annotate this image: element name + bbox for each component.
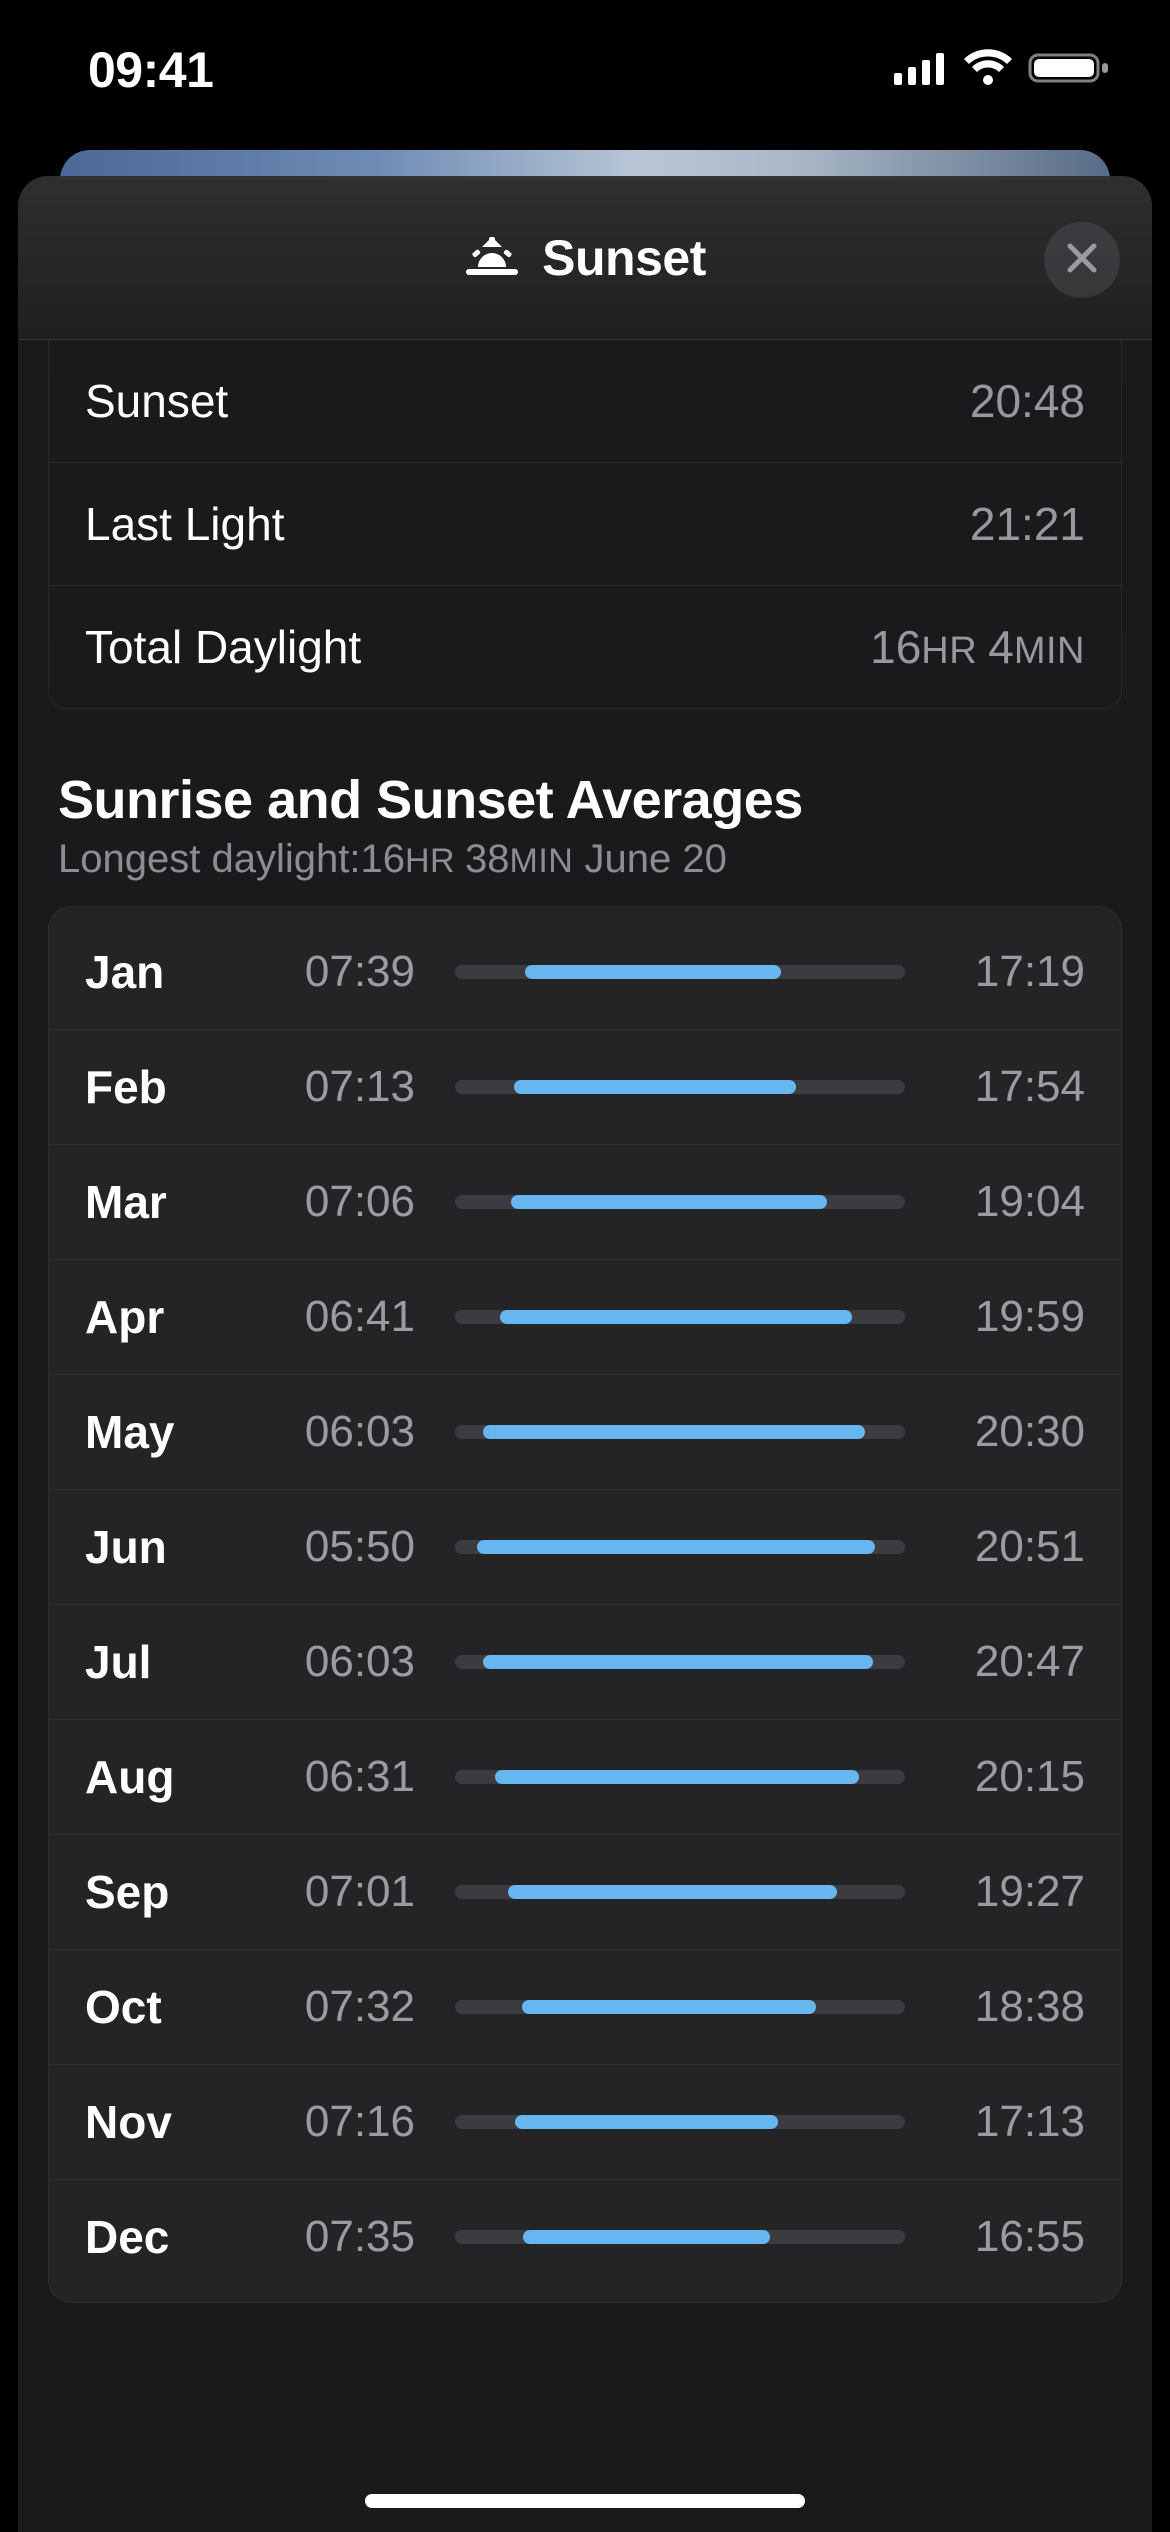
averages-subtitle: Longest daylight:16HR 38MIN June 20	[58, 837, 1112, 882]
averages-row: Dec07:35 16:55	[49, 2179, 1121, 2294]
home-indicator[interactable]	[365, 2494, 805, 2508]
sunrise-value: 06:41	[245, 1292, 415, 1342]
daylight-bar	[415, 1540, 935, 1554]
averages-row: Mar07:06 19:04	[49, 1144, 1121, 1259]
sunrise-value: 07:35	[245, 2212, 415, 2262]
averages-row: Jan07:39 17:19	[49, 915, 1121, 1029]
sunrise-value: 06:31	[245, 1752, 415, 1802]
summary-value: 21:21	[970, 497, 1085, 551]
sunset-value: 19:04	[935, 1177, 1085, 1227]
month-label: Feb	[85, 1060, 245, 1114]
summary-row-sunset: Sunset 20:48	[49, 340, 1121, 462]
daylight-bar	[415, 2230, 935, 2244]
sunrise-value: 07:13	[245, 1062, 415, 1112]
sunset-value: 20:47	[935, 1637, 1085, 1687]
status-time: 09:41	[88, 41, 213, 99]
sunset-icon	[464, 233, 520, 282]
month-label: Aug	[85, 1750, 245, 1804]
wifi-icon	[962, 49, 1014, 92]
averages-row: Jul06:03 20:47	[49, 1604, 1121, 1719]
sheet-title-group: Sunset	[464, 229, 706, 287]
month-label: May	[85, 1405, 245, 1459]
month-label: Apr	[85, 1290, 245, 1344]
month-label: Nov	[85, 2095, 245, 2149]
averages-title: Sunrise and Sunset Averages	[58, 769, 1112, 831]
sunrise-value: 06:03	[245, 1407, 415, 1457]
battery-icon	[1028, 49, 1110, 92]
daylight-bar	[415, 2000, 935, 2014]
screen: 09:41 Sunset	[0, 0, 1170, 2532]
sheet-title: Sunset	[542, 229, 706, 287]
sunset-value: 16:55	[935, 2212, 1085, 2262]
sunrise-value: 07:06	[245, 1177, 415, 1227]
month-label: Jun	[85, 1520, 245, 1574]
averages-row: May06:03 20:30	[49, 1374, 1121, 1489]
month-label: Dec	[85, 2210, 245, 2264]
daylight-bar	[415, 1770, 935, 1784]
sunrise-value: 07:01	[245, 1867, 415, 1917]
sunset-value: 17:19	[935, 947, 1085, 997]
cellular-icon	[894, 51, 948, 90]
sunrise-value: 05:50	[245, 1522, 415, 1572]
summary-row-last-light: Last Light 21:21	[49, 462, 1121, 585]
close-button[interactable]	[1044, 222, 1120, 298]
close-icon	[1065, 241, 1099, 280]
sunset-value: 18:38	[935, 1982, 1085, 2032]
daylight-bar	[415, 1310, 935, 1324]
sunrise-value: 06:03	[245, 1637, 415, 1687]
summary-label: Sunset	[85, 374, 228, 428]
sunrise-value: 07:32	[245, 1982, 415, 2032]
summary-label: Total Daylight	[85, 620, 361, 674]
month-label: Mar	[85, 1175, 245, 1229]
summary-value: 20:48	[970, 374, 1085, 428]
sunset-value: 19:27	[935, 1867, 1085, 1917]
sunset-value: 17:54	[935, 1062, 1085, 1112]
sunset-value: 20:15	[935, 1752, 1085, 1802]
sunrise-value: 07:39	[245, 947, 415, 997]
month-label: Oct	[85, 1980, 245, 2034]
averages-row: Oct07:32 18:38	[49, 1949, 1121, 2064]
sunset-value: 17:13	[935, 2097, 1085, 2147]
averages-row: Nov07:16 17:13	[49, 2064, 1121, 2179]
averages-card: Jan07:39 17:19 Feb07:13 17:54 Mar07:06 19:04 A…	[48, 906, 1122, 2303]
averages-row: Feb07:13 17:54	[49, 1029, 1121, 1144]
daylight-bar	[415, 1080, 935, 1094]
month-label: Jul	[85, 1635, 245, 1689]
daylight-bar	[415, 1885, 935, 1899]
summary-label: Last Light	[85, 497, 284, 551]
summary-card: Sunset 20:48 Last Light 21:21 Total Dayl…	[48, 340, 1122, 709]
averages-heading: Sunrise and Sunset Averages Longest dayl…	[58, 769, 1112, 882]
averages-row: Sep07:01 19:27	[49, 1834, 1121, 1949]
sunrise-value: 07:16	[245, 2097, 415, 2147]
daylight-bar	[415, 1655, 935, 1669]
status-indicators	[894, 49, 1110, 92]
daylight-bar	[415, 1195, 935, 1209]
daylight-bar	[415, 1425, 935, 1439]
month-label: Jan	[85, 945, 245, 999]
summary-row-total-daylight: Total Daylight 16HR 4MIN	[49, 585, 1121, 708]
status-bar: 09:41	[0, 0, 1170, 140]
daylight-bar	[415, 965, 935, 979]
sunset-value: 20:30	[935, 1407, 1085, 1457]
averages-row: Aug06:31 20:15	[49, 1719, 1121, 1834]
summary-value: 16HR 4MIN	[870, 620, 1085, 674]
averages-row: Apr06:41 19:59	[49, 1259, 1121, 1374]
month-label: Sep	[85, 1865, 245, 1919]
averages-row: Jun05:50 20:51	[49, 1489, 1121, 1604]
sunset-value: 19:59	[935, 1292, 1085, 1342]
sheet-header: Sunset	[18, 176, 1152, 340]
detail-sheet: Sunset Sunset 20:48 Last Light 21:21 Tot…	[18, 176, 1152, 2532]
daylight-bar	[415, 2115, 935, 2129]
sunset-value: 20:51	[935, 1522, 1085, 1572]
